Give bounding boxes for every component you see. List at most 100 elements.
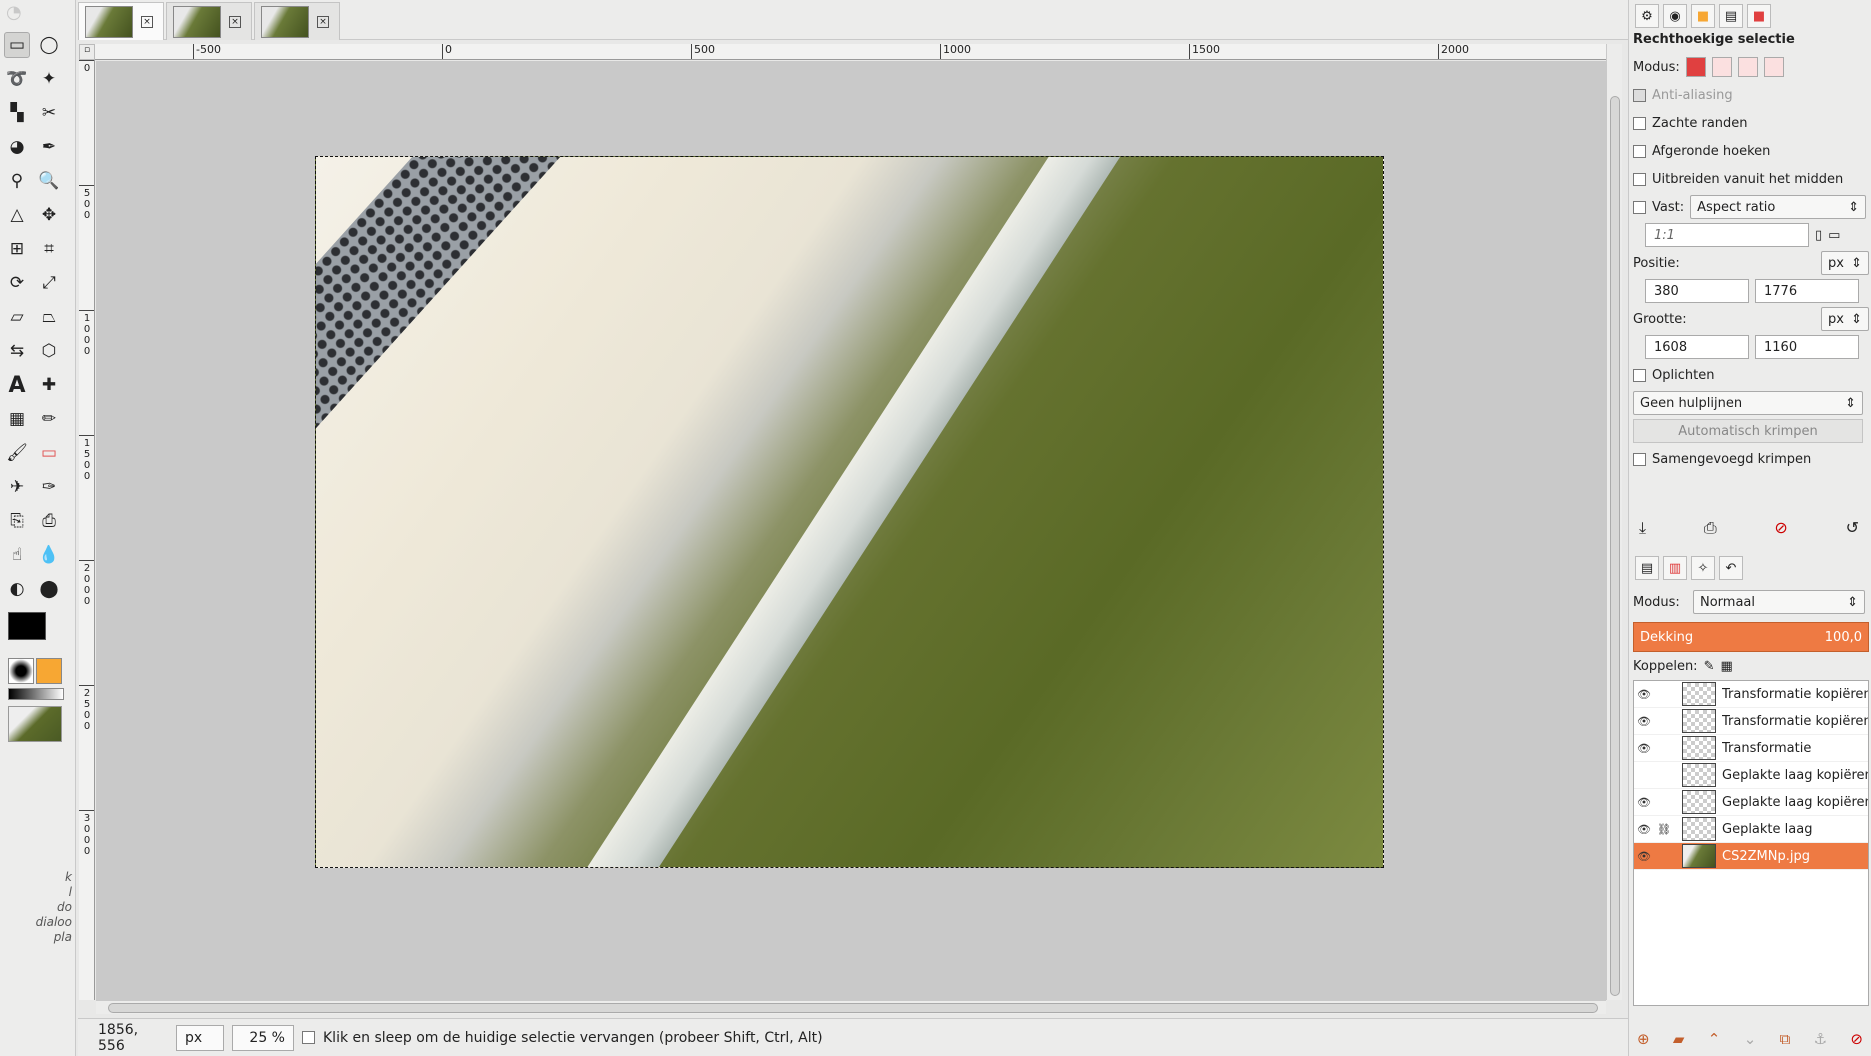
close-icon[interactable]: ×: [317, 15, 329, 28]
highlight-row[interactable]: Oplichten: [1633, 361, 1869, 389]
paths-tab-icon[interactable]: ✧: [1691, 556, 1715, 580]
close-icon[interactable]: ×: [141, 15, 153, 28]
layer-name[interactable]: Transformatie: [1722, 741, 1868, 756]
ratio-entry[interactable]: 1:1: [1645, 223, 1809, 247]
mode-replace-icon[interactable]: [1685, 57, 1706, 77]
expand-checkbox[interactable]: [1633, 172, 1646, 186]
clone-icon[interactable]: ⎘: [4, 508, 30, 534]
layer-row[interactable]: 👁 Geplakte laag kopiëren #: [1634, 789, 1868, 816]
mode-intersect-icon[interactable]: [1763, 57, 1784, 77]
position-x-field[interactable]: 380: [1645, 279, 1749, 303]
layer-row[interactable]: 👁 Transformatie kopiëren: [1634, 708, 1868, 735]
highlight-checkbox[interactable]: [1633, 368, 1646, 382]
flip-icon[interactable]: ⇆: [4, 338, 30, 364]
perspective-clone-icon[interactable]: ⎙: [36, 508, 62, 534]
rounded-checkbox[interactable]: [1633, 144, 1646, 158]
delete-layer-icon[interactable]: ⊘: [1850, 1030, 1863, 1048]
new-layer-icon[interactable]: ⊕: [1637, 1030, 1650, 1048]
antialias-row[interactable]: Anti-aliasing: [1633, 81, 1869, 109]
fixed-combo[interactable]: Aspect ratio ⇕: [1690, 195, 1867, 219]
active-image-thumbnail[interactable]: [8, 706, 62, 742]
image-layer[interactable]: [315, 156, 1384, 868]
fuzzy-select-icon[interactable]: ✦: [36, 66, 62, 92]
unit-select[interactable]: px: [176, 1024, 224, 1051]
antialias-checkbox[interactable]: [1633, 88, 1646, 102]
brush-swatch[interactable]: [8, 658, 34, 684]
position-y-field[interactable]: 1776: [1755, 279, 1859, 303]
save-options-icon[interactable]: ⤓: [1639, 518, 1646, 538]
lock-pixels-icon[interactable]: ✎: [1704, 659, 1715, 674]
align-icon[interactable]: ⊞: [4, 236, 30, 262]
restore-options-icon[interactable]: ⎙: [1704, 518, 1717, 538]
gradients-tab-icon[interactable]: ▤: [1719, 4, 1743, 28]
mode-subtract-icon[interactable]: [1737, 57, 1758, 77]
rect-select-icon[interactable]: ▭: [4, 32, 30, 58]
opacity-slider[interactable]: Dekking 100,0: [1633, 622, 1869, 652]
dodge-icon[interactable]: ◐: [4, 576, 30, 602]
airbrush-icon[interactable]: ✈: [4, 474, 30, 500]
crop-icon[interactable]: ⌗: [36, 236, 62, 262]
rounded-row[interactable]: Afgeronde hoeken: [1633, 137, 1869, 165]
image-canvas[interactable]: [96, 61, 1606, 1000]
lasso-icon[interactable]: ➰: [4, 66, 30, 92]
layer-name[interactable]: Geplakte laag kopiëren: [1722, 768, 1868, 783]
scroll-thumb[interactable]: [108, 1003, 1598, 1013]
feather-checkbox[interactable]: [1633, 116, 1646, 130]
undo-history-tab-icon[interactable]: ↶: [1719, 556, 1743, 580]
mode-add-icon[interactable]: [1711, 57, 1732, 77]
anchor-layer-icon[interactable]: ⚓: [1814, 1030, 1827, 1048]
layer-row[interactable]: 👁 Transformatie: [1634, 735, 1868, 762]
color-swatches[interactable]: [8, 612, 64, 656]
zoom-icon[interactable]: 🔍: [36, 168, 62, 194]
lower-layer-icon[interactable]: ⌄: [1744, 1030, 1757, 1048]
visibility-eye-icon[interactable]: 👁: [1634, 850, 1654, 863]
visibility-eye-icon[interactable]: 👁: [1634, 742, 1654, 755]
cage-icon[interactable]: ⬡: [36, 338, 62, 364]
merged-checkbox[interactable]: [1633, 452, 1646, 466]
measure-icon[interactable]: △: [4, 202, 30, 228]
bucket-icon[interactable]: ⬤: [36, 576, 62, 602]
visibility-eye-icon[interactable]: 👁: [1634, 715, 1654, 728]
layer-name[interactable]: Transformatie kopiëren: [1722, 714, 1868, 729]
pattern-swatch[interactable]: [36, 658, 62, 684]
layer-name[interactable]: Geplakte laag: [1722, 822, 1868, 837]
new-group-icon[interactable]: ▰: [1673, 1030, 1685, 1048]
layer-mode-combo[interactable]: Normaal ⇕: [1693, 590, 1865, 614]
close-icon[interactable]: ×: [229, 15, 241, 28]
size-unit[interactable]: px ⇕: [1821, 307, 1869, 331]
feather-row[interactable]: Zachte randen: [1633, 109, 1869, 137]
quickmask-toggle[interactable]: ▫: [79, 44, 95, 60]
image-tab-2[interactable]: ×: [166, 2, 252, 40]
zoom-select[interactable]: 25 %: [232, 1024, 294, 1051]
perspective-icon[interactable]: ⏢: [36, 304, 62, 330]
scroll-thumb[interactable]: [1610, 96, 1620, 996]
foreground-select-icon[interactable]: ◕: [4, 134, 30, 160]
blend-icon[interactable]: ▦: [4, 406, 30, 432]
ellipse-select-icon[interactable]: ◯: [36, 32, 62, 58]
eraser-icon[interactable]: ▭: [36, 440, 62, 466]
layers-tab-icon[interactable]: ▤: [1635, 556, 1659, 580]
layer-row[interactable]: 👁 Transformatie kopiëren #: [1634, 681, 1868, 708]
ink-icon[interactable]: ✑: [36, 474, 62, 500]
layer-name[interactable]: CS2ZMNp.jpg: [1722, 849, 1868, 864]
merged-row[interactable]: Samengevoegd krimpen: [1633, 445, 1869, 473]
patterns-tab-icon[interactable]: ■: [1691, 4, 1715, 28]
scissors-icon[interactable]: ✂: [36, 100, 62, 126]
visibility-eye-icon[interactable]: 👁: [1634, 688, 1654, 701]
guides-combo[interactable]: Geen hulplijnen ⇕: [1633, 391, 1863, 415]
pencil-icon[interactable]: ✏: [36, 406, 62, 432]
move-icon[interactable]: ✥: [36, 202, 62, 228]
vertical-scrollbar[interactable]: [1606, 44, 1622, 1000]
layer-row[interactable]: 👁 ⛓ Geplakte laag: [1634, 816, 1868, 843]
delete-options-icon[interactable]: ⊘: [1774, 518, 1787, 538]
gradient-swatch[interactable]: [8, 688, 64, 700]
smudge-icon[interactable]: ☝: [4, 542, 30, 568]
rotate-icon[interactable]: ⟳: [4, 270, 30, 296]
horizontal-scrollbar[interactable]: [96, 1000, 1606, 1014]
reset-options-icon[interactable]: ↺: [1846, 518, 1859, 538]
paintbrush-icon[interactable]: 🖌: [4, 440, 30, 466]
position-unit[interactable]: px ⇕: [1821, 251, 1869, 275]
layer-row[interactable]: 👁 CS2ZMNp.jpg: [1634, 843, 1868, 870]
foreground-color[interactable]: [8, 612, 46, 640]
visibility-eye-icon[interactable]: 👁: [1634, 796, 1654, 809]
